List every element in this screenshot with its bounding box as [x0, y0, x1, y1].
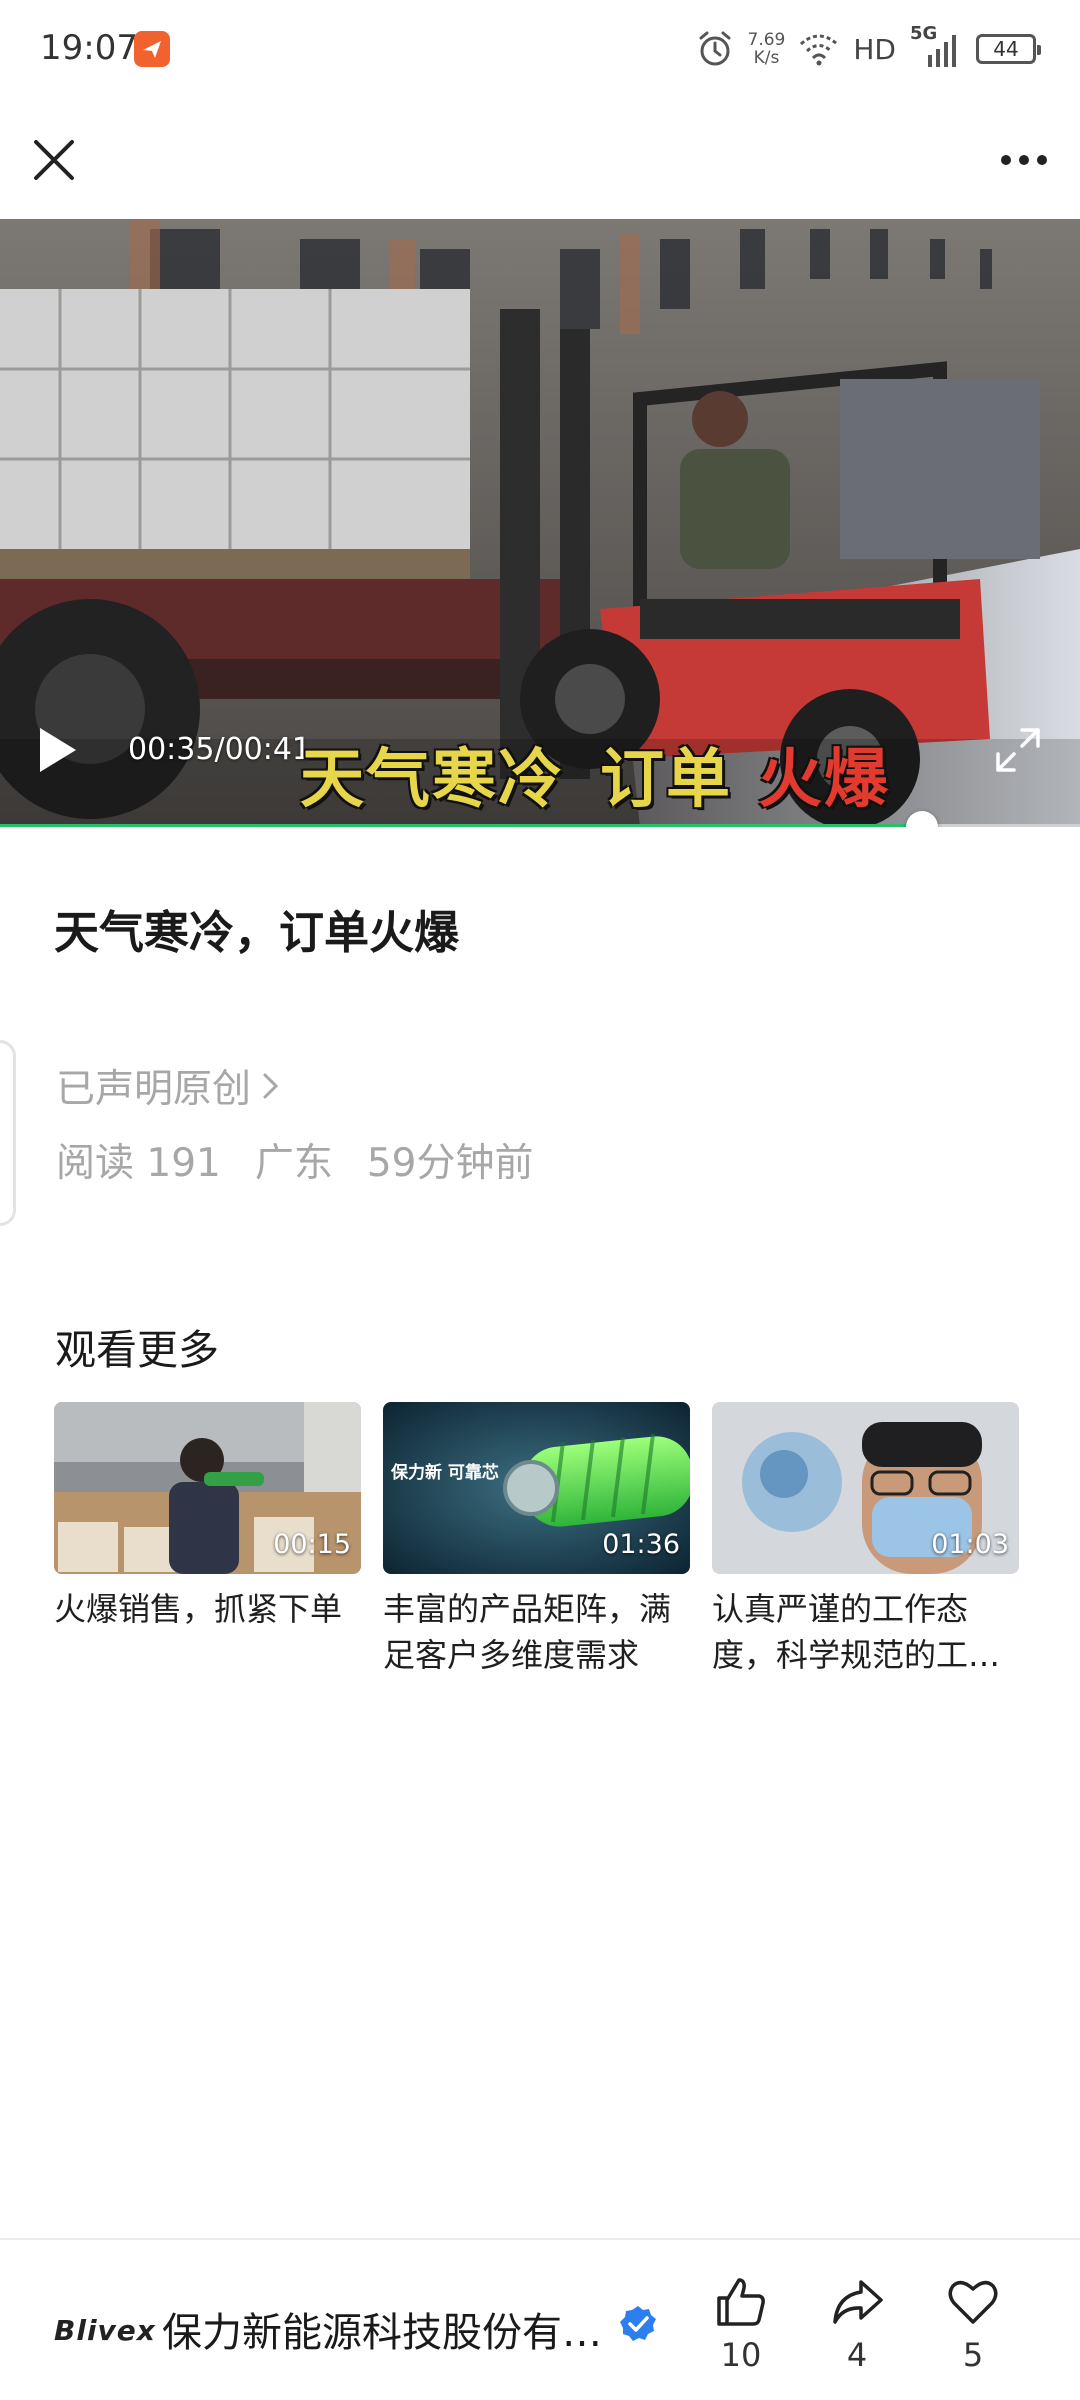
thumbs-up-icon — [717, 2278, 765, 2326]
fullscreen-icon — [996, 728, 1040, 772]
subtitle-part-3: 火爆 — [758, 743, 890, 817]
more-button[interactable] — [992, 130, 1056, 190]
video-card-title: 丰富的产品矩阵，满足客户多维度需求 — [383, 1590, 672, 1674]
share-icon — [833, 2280, 883, 2324]
original-declaration-link[interactable]: 已声明原创 — [56, 1058, 281, 1114]
hd-indicator: HD — [853, 32, 896, 66]
net-speed-value: 7.69 — [747, 30, 786, 50]
account-name[interactable]: 保力新能源科技股份有… — [162, 2300, 602, 2358]
like-count: 10 — [720, 2336, 762, 2374]
video-progress-fill — [0, 824, 922, 827]
fullscreen-button[interactable] — [990, 722, 1046, 778]
subtitle-part-2: 订单 — [600, 743, 732, 817]
thumbnail-caption: 保力新 可靠芯 — [391, 1463, 499, 1483]
chevron-right-icon — [263, 1073, 279, 1099]
favorite-count: 5 — [962, 2336, 984, 2374]
notification-app-icon — [134, 31, 170, 67]
video-card[interactable]: 01:03 认真严谨的工作态度，科学规范的工… — [712, 1402, 1019, 1678]
original-tag-label: 已声明原创 — [56, 1067, 252, 1112]
video-thumbnail: 保力新 可靠芯 01:36 — [383, 1402, 690, 1574]
battery-level: 44 — [993, 37, 1019, 61]
status-bar: 19:07 7.69 K/s HD 5G 44 — [0, 0, 1080, 100]
status-time: 19:07 — [40, 28, 138, 68]
location: 广东 — [254, 1141, 333, 1186]
video-card-title: 认真严谨的工作态度，科学规范的工… — [712, 1590, 1001, 1674]
video-thumbnail: 01:03 — [712, 1402, 1019, 1574]
heart-icon — [948, 2280, 998, 2324]
video-subtitle: 天气寒冷 订单 火爆 — [300, 728, 890, 820]
watch-more-list: 00:15 火爆销售，抓紧下单 保力新 可靠芯 01:36 丰富的产品矩阵，满足… — [54, 1402, 1034, 1678]
article-meta: 阅读 191 广东 59分钟前 — [56, 1132, 534, 1188]
battery-icon: 44 — [976, 34, 1041, 64]
video-duration: 01:36 — [602, 1529, 680, 1560]
publish-time: 59分钟前 — [366, 1141, 534, 1186]
share-count: 4 — [846, 2336, 868, 2374]
favorite-button[interactable]: 5 — [928, 2274, 1018, 2374]
share-button[interactable]: 4 — [812, 2274, 902, 2374]
video-time: 00:35/00:41 — [128, 732, 312, 767]
side-handle[interactable] — [0, 1040, 16, 1226]
wifi-icon — [800, 34, 839, 66]
video-card[interactable]: 00:15 火爆销售，抓紧下单 — [54, 1402, 361, 1678]
verified-icon — [620, 2306, 656, 2341]
alarm-icon — [699, 31, 731, 66]
net-speed: 7.69 K/s — [748, 31, 786, 67]
play-icon — [40, 728, 76, 772]
play-button[interactable] — [32, 722, 82, 778]
video-progress-bar[interactable] — [0, 811, 1080, 827]
subtitle-part-1: 天气寒冷 — [300, 743, 564, 817]
read-count: 阅读 191 — [56, 1141, 221, 1186]
close-icon — [34, 140, 74, 180]
video-card-title: 火爆销售，抓紧下单 — [54, 1590, 343, 1628]
net-speed-unit: K/s — [753, 48, 780, 68]
status-right-group: 7.69 K/s HD 5G 44 — [696, 23, 1041, 72]
video-duration: 00:15 — [273, 1529, 351, 1560]
video-duration: 01:03 — [931, 1529, 1009, 1560]
article-title: 天气寒冷，订单火爆 — [54, 906, 460, 959]
watch-more-heading: 观看更多 — [55, 1326, 219, 1374]
video-thumbnail: 00:15 — [54, 1402, 361, 1574]
more-icon — [1001, 155, 1047, 165]
signal-icon: 5G — [910, 23, 962, 69]
top-nav — [0, 100, 1080, 220]
brand-logo[interactable]: Blivex — [54, 2314, 156, 2347]
bottom-bar: Blivex 保力新能源科技股份有… 10 4 5 — [0, 2238, 1080, 2400]
close-button[interactable] — [24, 130, 84, 190]
video-card[interactable]: 保力新 可靠芯 01:36 丰富的产品矩阵，满足客户多维度需求 — [383, 1402, 690, 1678]
like-button[interactable]: 10 — [696, 2274, 786, 2374]
